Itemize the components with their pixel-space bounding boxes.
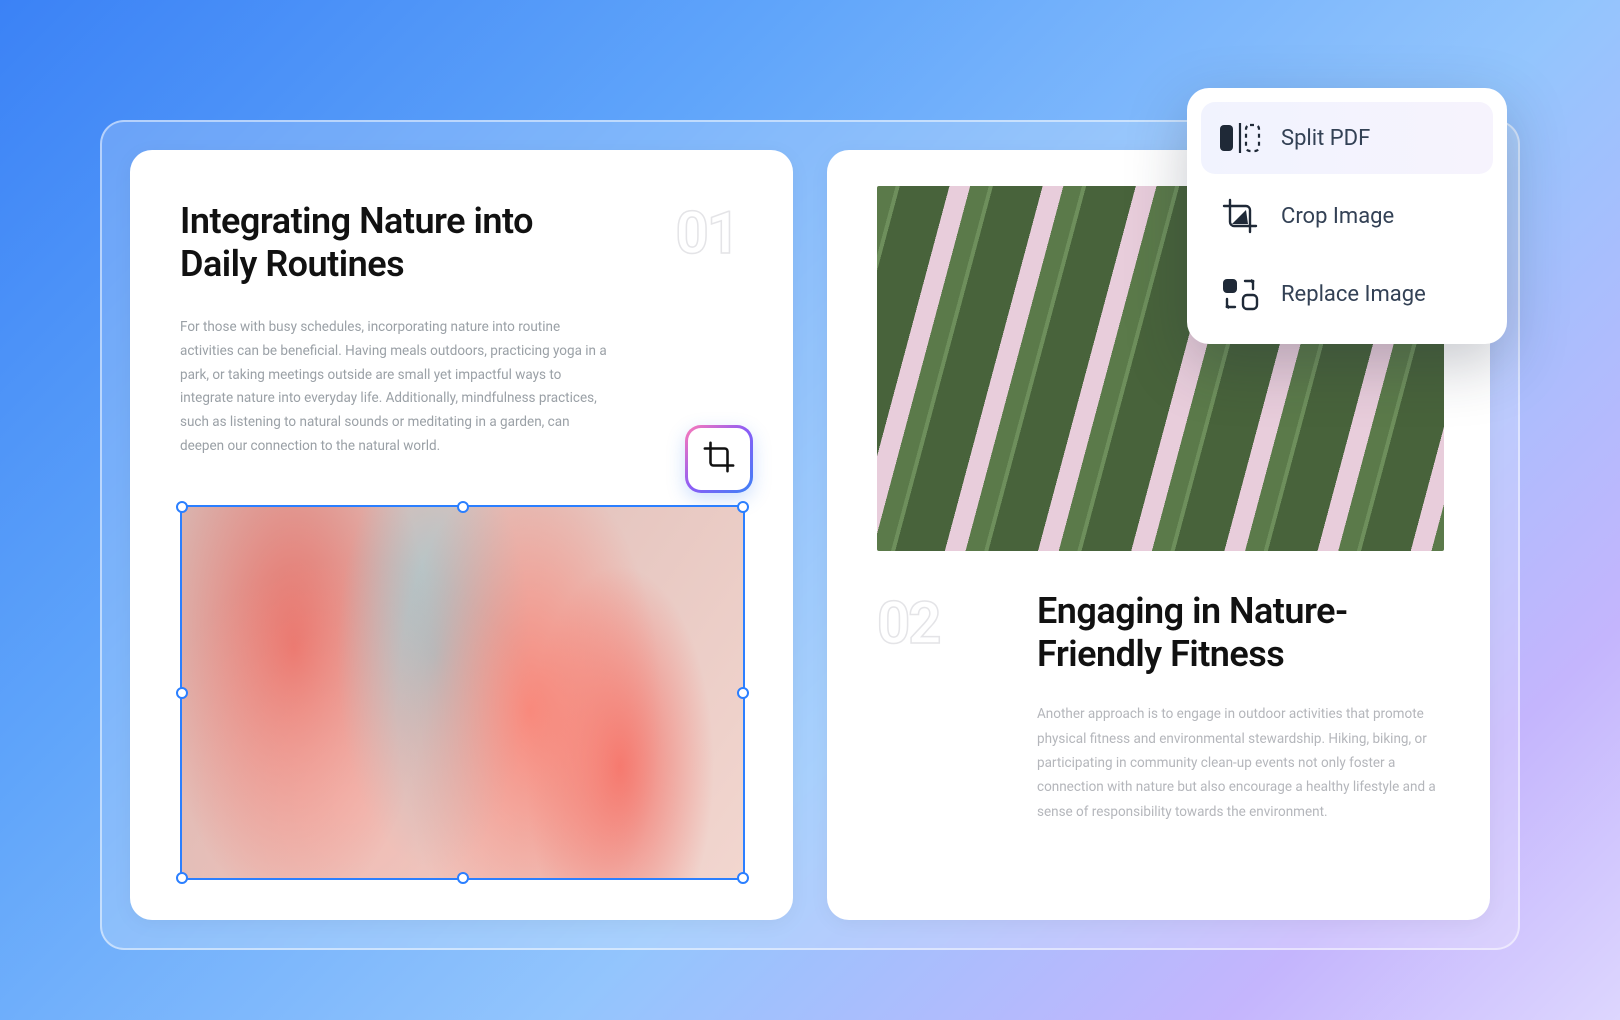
split-pdf-icon — [1219, 120, 1261, 156]
page-2-body: Another approach is to engage in outdoor… — [1037, 702, 1440, 823]
menu-item-label: Crop Image — [1281, 204, 1394, 229]
resize-handle-bottom-center[interactable] — [457, 872, 469, 884]
resize-handle-top-right[interactable] — [737, 501, 749, 513]
page-1-body: For those with busy schedules, incorpora… — [180, 316, 610, 458]
page-2-number: 02 — [877, 590, 940, 658]
resize-handle-middle-right[interactable] — [737, 687, 749, 699]
resize-handle-middle-left[interactable] — [176, 687, 188, 699]
context-menu: Split PDF Crop Image Replace Image — [1187, 88, 1507, 344]
page-1-number: 01 — [675, 200, 738, 268]
menu-item-crop-image[interactable]: Crop Image — [1201, 180, 1493, 252]
replace-image-icon — [1219, 276, 1261, 312]
resize-handle-top-left[interactable] — [176, 501, 188, 513]
crop-button[interactable] — [685, 425, 753, 493]
document-page-1: Integrating Nature into Daily Routines 0… — [130, 150, 793, 920]
crop-icon — [702, 440, 736, 478]
resize-handle-top-center[interactable] — [457, 501, 469, 513]
selected-image-container — [180, 505, 745, 880]
resize-handle-bottom-right[interactable] — [737, 872, 749, 884]
page-1-heading: Integrating Nature into Daily Routines — [180, 200, 600, 286]
menu-item-label: Split PDF — [1281, 126, 1370, 151]
menu-item-label: Replace Image — [1281, 282, 1426, 307]
crop-image-icon — [1219, 198, 1261, 234]
menu-item-replace-image[interactable]: Replace Image — [1201, 258, 1493, 330]
page-2-heading: Engaging in Nature-Friendly Fitness — [1037, 590, 1440, 676]
selected-image[interactable] — [180, 505, 745, 880]
resize-handle-bottom-left[interactable] — [176, 872, 188, 884]
menu-item-split-pdf[interactable]: Split PDF — [1201, 102, 1493, 174]
